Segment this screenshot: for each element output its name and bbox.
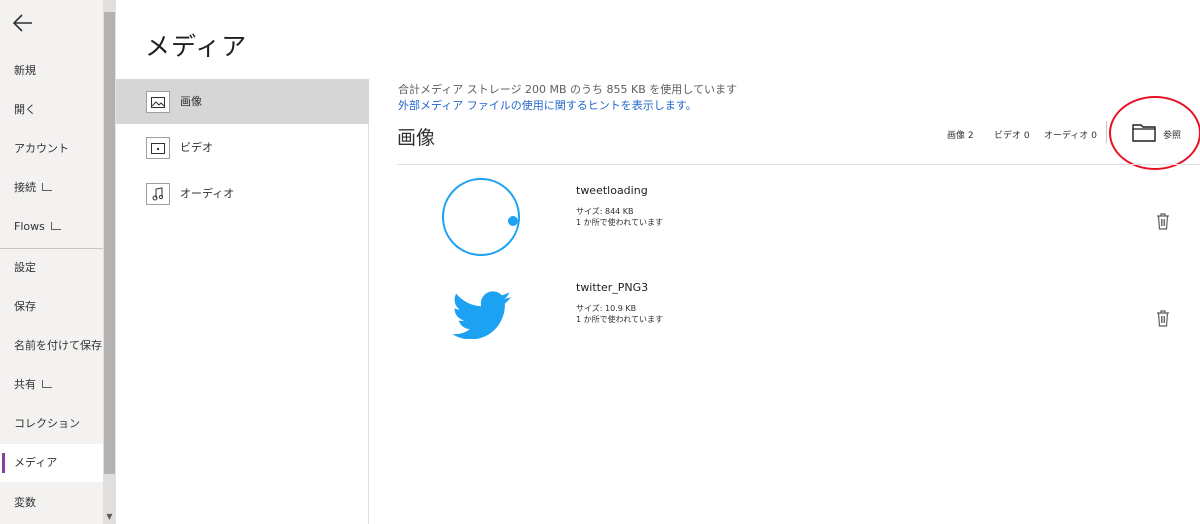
nav-item-connections[interactable]: 接続: [0, 169, 103, 207]
twitter-bird-thumbnail[interactable]: [452, 291, 512, 339]
file-size: サイズ: 10.9 KB: [576, 304, 637, 313]
storage-usage-text: 合計メディア ストレージ 200 MB のうち 855 KB を使用しています: [398, 83, 737, 96]
media-type-list: 画像 ビデオ オーディオ: [116, 79, 369, 524]
delete-trash-icon[interactable]: [1156, 310, 1170, 327]
nav-item-label: 新規: [14, 64, 36, 77]
media-type-label: オーディオ: [180, 187, 235, 200]
nav-item-account[interactable]: アカウント: [0, 130, 103, 168]
file-name: twitter_PNG3: [576, 281, 649, 294]
file-name: tweetloading: [576, 184, 648, 197]
file-usage: 1 か所で使われています: [576, 315, 663, 324]
external-link-icon: [50, 222, 61, 230]
image-icon: [146, 91, 170, 113]
nav-item-label: 開く: [14, 103, 36, 116]
image-count: 画像 2: [947, 131, 974, 141]
nav-item-media[interactable]: メディア: [0, 444, 103, 482]
nav-item-label: アカウント: [14, 142, 69, 155]
nav-item-label: Flows: [14, 220, 45, 233]
media-type-label: 画像: [180, 95, 202, 108]
backstage-nav: 新規 開く アカウント 接続 Flows 設定 保存 名前を付けて保存 共有 コ…: [0, 0, 103, 524]
media-type-videos[interactable]: ビデオ: [116, 125, 369, 170]
media-type-images[interactable]: 画像: [116, 79, 369, 124]
file-usage: 1 か所で使われています: [576, 218, 663, 227]
nav-item-collections[interactable]: コレクション: [0, 405, 103, 443]
nav-item-label: 設定: [14, 261, 36, 274]
toolbar-separator: [1106, 121, 1107, 143]
tweetloading-thumbnail[interactable]: [440, 177, 524, 259]
file-size: サイズ: 844 KB: [576, 207, 634, 216]
external-link-icon: [42, 380, 52, 388]
nav-item-save-as[interactable]: 名前を付けて保存: [0, 327, 103, 365]
external-media-hint-link[interactable]: 外部メディア ファイルの使用に関するヒントを表示します。: [398, 97, 697, 113]
nav-item-label: 名前を付けて保存: [14, 339, 102, 352]
audio-icon: [146, 183, 170, 205]
nav-item-label: 共有: [14, 378, 36, 391]
nav-item-open[interactable]: 開く: [0, 91, 103, 129]
section-title: 画像: [397, 127, 436, 149]
scroll-down-arrow-icon[interactable]: ▼: [104, 512, 115, 522]
nav-item-label: 変数: [14, 496, 36, 509]
nav-item-settings[interactable]: 設定: [0, 249, 103, 287]
back-arrow-icon[interactable]: [10, 10, 36, 36]
page-title: メディア: [145, 32, 248, 61]
media-type-audio[interactable]: オーディオ: [116, 171, 369, 216]
nav-item-label: メディア: [14, 456, 58, 469]
nav-item-label: コレクション: [14, 417, 80, 430]
delete-trash-icon[interactable]: [1156, 213, 1170, 230]
video-count: ビデオ 0: [994, 131, 1030, 141]
nav-item-variables[interactable]: 変数: [0, 484, 103, 522]
nav-item-label: 保存: [14, 300, 36, 313]
section-divider: [397, 164, 1200, 165]
audio-count: オーディオ 0: [1044, 131, 1097, 141]
video-icon: [146, 137, 170, 159]
nav-item-save[interactable]: 保存: [0, 288, 103, 326]
nav-scrollbar-thumb[interactable]: [104, 12, 115, 474]
media-type-label: ビデオ: [180, 141, 213, 154]
external-link-icon: [42, 183, 52, 191]
nav-item-new[interactable]: 新規: [0, 52, 103, 90]
highlight-annotation-circle: [1109, 96, 1200, 170]
nav-item-label: 接続: [14, 181, 36, 194]
nav-item-flows[interactable]: Flows: [0, 208, 103, 246]
nav-item-share[interactable]: 共有: [0, 366, 103, 404]
